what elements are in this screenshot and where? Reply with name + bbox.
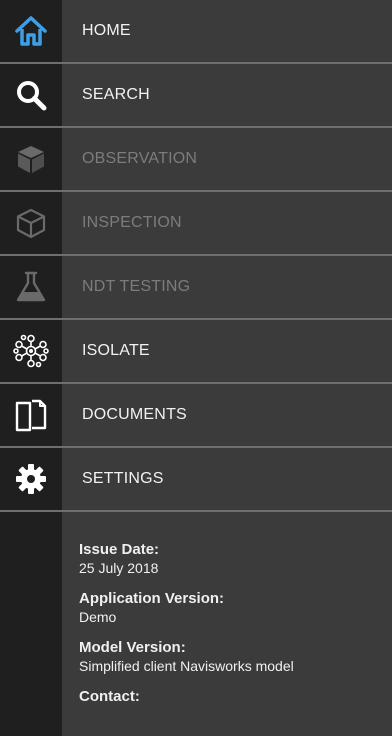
app-version-value: Demo <box>79 609 117 625</box>
issue-date-label: Issue Date: <box>79 541 160 558</box>
model-version-block: Model Version: Simplified client Naviswo… <box>79 638 379 676</box>
app-version-label: Application Version: <box>79 590 225 607</box>
contact-label: Contact: <box>79 688 140 705</box>
side-menu-panel: HOME SEARCH OBSERVATION INSPECTION NDT T… <box>0 0 392 736</box>
menu-item-inspection[interactable]: INSPECTION <box>0 192 392 256</box>
menu-item-label: INSPECTION <box>82 214 182 231</box>
flask-icon <box>0 256 62 318</box>
app-info: Issue Date: 25 July 2018 Application Ver… <box>79 540 379 717</box>
app-version-block: Application Version: Demo <box>79 589 379 627</box>
gear-icon <box>0 448 62 510</box>
menu-item-isolate[interactable]: ISOLATE <box>0 320 392 384</box>
menu-item-label: SETTINGS <box>82 470 164 487</box>
issue-date-value: 25 July 2018 <box>79 560 159 576</box>
menu-item-label: ISOLATE <box>82 342 150 359</box>
menu-item-label: HOME <box>82 22 131 39</box>
home-icon <box>0 0 62 62</box>
main-menu: HOME SEARCH OBSERVATION INSPECTION NDT T… <box>0 0 392 512</box>
menu-item-label: SEARCH <box>82 86 150 103</box>
cube-solid-icon <box>0 128 62 190</box>
menu-item-search[interactable]: SEARCH <box>0 64 392 128</box>
cube-outline-icon <box>0 192 62 254</box>
network-icon <box>0 320 62 382</box>
menu-item-label: NDT TESTING <box>82 278 191 295</box>
menu-item-settings[interactable]: SETTINGS <box>0 448 392 512</box>
menu-item-label: OBSERVATION <box>82 150 198 167</box>
search-icon <box>0 64 62 126</box>
contact-block: Contact: <box>79 687 379 706</box>
menu-item-home[interactable]: HOME <box>0 0 392 64</box>
model-version-value: Simplified client Navisworks model <box>79 658 294 674</box>
issue-date-block: Issue Date: 25 July 2018 <box>79 540 379 578</box>
menu-item-documents[interactable]: DOCUMENTS <box>0 384 392 448</box>
menu-item-observation[interactable]: OBSERVATION <box>0 128 392 192</box>
menu-item-ndt-testing[interactable]: NDT TESTING <box>0 256 392 320</box>
menu-item-label: DOCUMENTS <box>82 406 187 423</box>
model-version-label: Model Version: <box>79 639 186 656</box>
documents-icon <box>0 384 62 446</box>
